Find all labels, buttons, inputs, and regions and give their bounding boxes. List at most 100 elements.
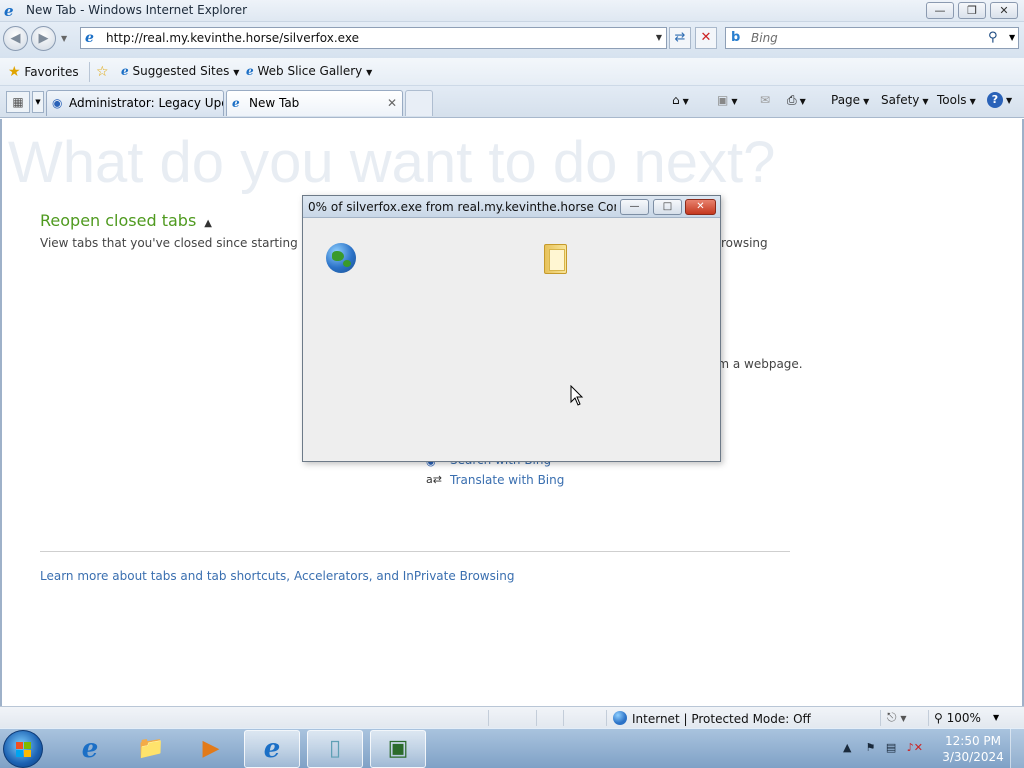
dialog-title-bar[interactable]: 0% of silverfox.exe from real.my.kevinth… <box>303 196 720 218</box>
search-box[interactable]: b Bing ⚲ ▼ <box>725 27 1019 49</box>
system-tray: ▲ ⚑ ▤ ♪✕ <box>843 741 923 754</box>
dialog-close-button[interactable]: ✕ <box>685 199 716 215</box>
address-bar[interactable]: e http://real.my.kevinthe.horse/silverfo… <box>80 27 667 49</box>
home-button[interactable]: ⌂ ▼ <box>672 93 689 107</box>
taskbar-media-player[interactable]: ▶ <box>183 730 239 768</box>
taskbar-windows-explorer[interactable]: 📁 <box>123 730 179 768</box>
web-slice-gallery-label: Web Slice Gallery <box>257 64 363 78</box>
favorites-label: Favorites <box>24 65 79 79</box>
security-zone[interactable]: Internet | Protected Mode: Off <box>613 711 811 726</box>
page-menu-label: Page <box>831 93 861 107</box>
action-center-flag-icon[interactable]: ⚑ <box>865 741 875 754</box>
terminal-icon: ▣ <box>387 736 409 761</box>
home-icon: ⌂ <box>672 93 680 107</box>
divider <box>40 551 790 552</box>
internet-zone-icon <box>613 711 627 725</box>
ie-page-icon: e <box>246 64 254 78</box>
ie-logo-icon: e <box>4 2 14 20</box>
clock[interactable]: 12:50 PM 3/30/2024 <box>940 733 1006 765</box>
dialog-title: 0% of silverfox.exe from real.my.kevinth… <box>308 200 616 214</box>
learn-more-link[interactable]: Learn more about tabs and tab shortcuts,… <box>40 569 514 583</box>
ie-page-icon: e <box>121 64 129 78</box>
help-icon: ? <box>987 92 1003 108</box>
safety-menu-label: Safety <box>881 93 920 107</box>
divider <box>89 62 90 82</box>
tab-label: Administrator: Legacy Upd... <box>69 96 224 110</box>
tab-new-tab[interactable]: e New Tab ✕ <box>226 90 403 116</box>
back-button[interactable]: ◀ <box>3 26 28 51</box>
reopen-title: Reopen closed tabs <box>40 211 197 230</box>
accelerators-description-tail: om a webpage. <box>710 357 803 371</box>
translate-icon: a⇄ <box>426 473 442 486</box>
zoom-level[interactable]: ⚲ 100% <box>934 711 981 725</box>
search-placeholder[interactable]: Bing <box>751 31 778 45</box>
taskbar-command-window[interactable]: ▣ <box>370 730 426 768</box>
help-menu[interactable]: ? ▼ <box>987 92 1012 108</box>
address-dropdown-icon[interactable]: ▼ <box>656 33 662 42</box>
chevron-down-icon: ▼ <box>366 68 373 77</box>
minimize-button[interactable]: — <box>926 2 954 19</box>
page-menu[interactable]: Page ▼ <box>831 93 869 107</box>
recent-pages-dropdown[interactable]: ▼ <box>61 34 67 43</box>
ie-logo-icon: e <box>81 734 99 764</box>
taskbar-internet-explorer-active[interactable]: e <box>244 730 300 768</box>
translate-with-bing-link[interactable]: Translate with Bing <box>450 473 564 487</box>
volume-muted-icon[interactable]: ♪✕ <box>907 741 923 754</box>
compatibility-button[interactable]: ⎋ ▼ <box>887 710 906 725</box>
zoom-value: 100% <box>946 711 981 725</box>
divider <box>928 710 929 726</box>
show-hidden-icons[interactable]: ▲ <box>843 741 851 754</box>
search-options-dropdown-icon[interactable]: ▼ <box>1009 33 1015 42</box>
taskbar: e 📁 ▶ e ▯ ▣ ▲ ⚑ ▤ ♪✕ 12:50 PM 3/30/2024 <box>0 728 1024 768</box>
add-to-favorites-bar-button[interactable]: ☆ <box>96 64 109 80</box>
address-url[interactable]: http://real.my.kevinthe.horse/silverfox.… <box>106 31 359 45</box>
taskbar-internet-explorer-pinned[interactable]: e <box>62 730 118 768</box>
printer-icon: ⎙ <box>787 93 797 107</box>
taskbar-downloads-window[interactable]: ▯ <box>307 730 363 768</box>
tools-menu[interactable]: Tools ▼ <box>937 93 976 107</box>
folder-icon <box>544 244 567 274</box>
close-tab-icon[interactable]: ✕ <box>387 91 397 115</box>
stop-button[interactable]: ✕ <box>695 27 717 49</box>
tools-menu-label: Tools <box>937 93 967 107</box>
zoom-dropdown-icon[interactable]: ▼ <box>993 713 999 722</box>
app-window-icon: ▯ <box>328 736 342 761</box>
safety-menu[interactable]: Safety ▼ <box>881 93 929 107</box>
tab-label: New Tab <box>249 96 300 110</box>
zoom-icon: ⚲ <box>934 711 943 725</box>
suggested-sites-button[interactable]: e Suggested Sites ▼ <box>121 64 239 78</box>
mail-icon: ✉ <box>760 93 771 107</box>
print-button[interactable]: ⎙ ▼ <box>787 93 806 108</box>
page-heading: What do you want to do next? <box>8 130 776 195</box>
tab-administrator[interactable]: ◉ Administrator: Legacy Upd... <box>46 90 224 116</box>
ie-logo-icon: e <box>263 734 281 764</box>
title-bar: e New Tab - Windows Internet Explorer — … <box>0 0 1024 22</box>
refresh-button[interactable]: ⇄ <box>669 27 691 49</box>
close-button[interactable]: ✕ <box>990 2 1018 19</box>
new-tab-button[interactable] <box>405 90 433 116</box>
dialog-maximize-button[interactable]: □ <box>653 199 682 215</box>
dialog-minimize-button[interactable]: — <box>620 199 649 215</box>
web-slice-gallery-button[interactable]: e Web Slice Gallery ▼ <box>246 64 372 78</box>
quick-tabs-button[interactable]: ▦ <box>6 91 30 113</box>
favorites-button[interactable]: ★ Favorites <box>8 64 79 80</box>
reopen-closed-tabs-heading[interactable]: Reopen closed tabs ▲ <box>40 211 212 230</box>
feeds-button[interactable]: ▣ ▼ <box>717 93 738 107</box>
favorites-star-icon: ★ <box>8 64 21 80</box>
divider <box>488 710 489 726</box>
show-desktop-button[interactable] <box>1010 729 1024 768</box>
add-favorite-icon: ☆ <box>96 64 109 80</box>
search-icon[interactable]: ⚲ <box>988 30 998 45</box>
inprivate-description-tail: rowsing <box>721 236 768 250</box>
restore-button[interactable]: ❐ <box>958 2 986 19</box>
globe-icon <box>326 243 356 273</box>
start-button[interactable] <box>3 730 43 768</box>
network-icon[interactable]: ▤ <box>886 741 896 754</box>
read-mail-button[interactable]: ✉ <box>760 93 770 107</box>
tab-bar: ▦ ▼ ◉ Administrator: Legacy Upd... e New… <box>0 86 1024 118</box>
forward-button[interactable]: ▶ <box>31 26 56 51</box>
tab-list-dropdown[interactable]: ▼ <box>32 91 44 113</box>
divider <box>563 710 564 726</box>
divider <box>606 710 607 726</box>
chevron-down-icon: ▼ <box>233 68 240 77</box>
